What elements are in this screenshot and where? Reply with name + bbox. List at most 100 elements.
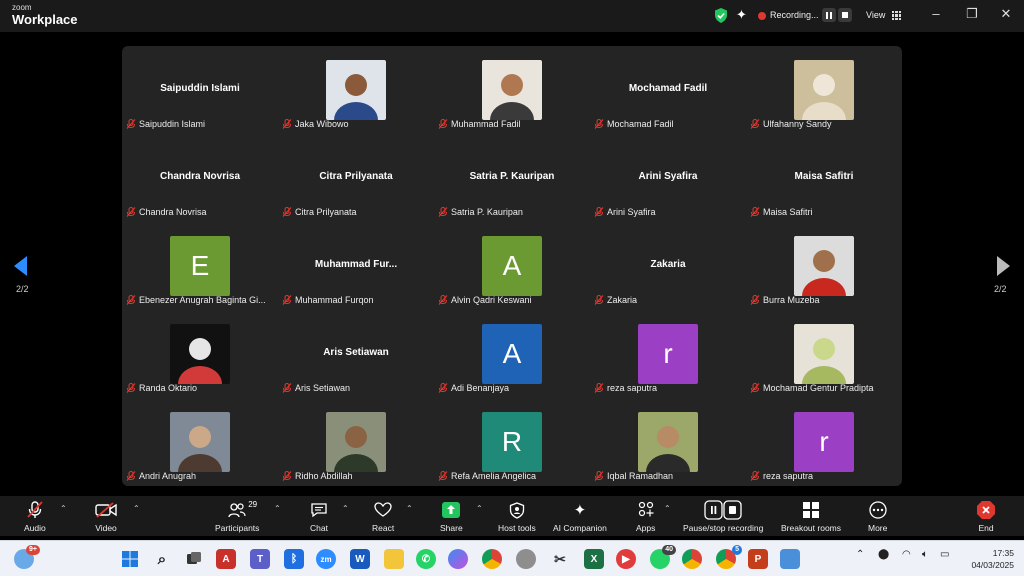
participant-tile[interactable]: Muhammad Fur... Muhammad Furqon — [278, 222, 434, 310]
participant-tile[interactable]: Ulfahanny Sandy — [746, 46, 902, 134]
host-tools-button[interactable]: Host tools — [498, 500, 536, 534]
end-meeting-button[interactable]: End — [976, 500, 996, 534]
participant-tile[interactable]: Randa Oktario — [122, 310, 278, 398]
next-page-arrow-icon[interactable] — [996, 256, 1010, 276]
whatsapp-icon[interactable]: ✆ — [416, 549, 436, 569]
bluetooth-icon[interactable]: ᛒ — [284, 549, 304, 569]
participant-tile[interactable]: E Ebenezer Anugrah Baginta Gi... — [122, 222, 278, 310]
participant-tile[interactable]: Maisa Safitri Maisa Safitri — [746, 134, 902, 222]
close-icon[interactable]: ✕ — [996, 6, 1016, 22]
participant-display-name: Citra Prilyanata — [319, 171, 393, 182]
participant-tile[interactable]: Zakaria Zakaria — [590, 222, 746, 310]
audio-options-caret-icon[interactable]: ⌃ — [60, 504, 67, 513]
whatsapp-web-icon[interactable]: 40 — [650, 545, 676, 569]
react-button[interactable]: React — [372, 500, 394, 534]
muted-mic-icon — [126, 471, 136, 481]
apps-button[interactable]: Apps — [636, 500, 655, 534]
video-options-caret-icon[interactable]: ⌃ — [133, 504, 140, 513]
teams-icon[interactable]: T — [250, 549, 270, 569]
ai-sparkle-icon[interactable]: ✦ — [736, 7, 747, 23]
share-caret-icon[interactable]: ⌃ — [476, 504, 483, 513]
participant-tile[interactable]: Muhammad Fadil — [434, 46, 590, 134]
participant-tile[interactable]: R Refa Amelia Angelica — [434, 398, 590, 486]
participant-tile[interactable]: A Adi Benanjaya — [434, 310, 590, 398]
participant-tile[interactable]: A Alvin Qadri Keswani — [434, 222, 590, 310]
restore-icon[interactable]: ❐ — [962, 6, 982, 22]
chrome-profile-2-icon[interactable]: 5 — [716, 545, 742, 569]
participant-name-label: Burra Muzeba — [750, 294, 898, 306]
ai-companion-button[interactable]: ✦ AI Companion — [553, 500, 607, 534]
participant-photo-avatar — [794, 60, 854, 120]
chrome-icon[interactable] — [482, 549, 502, 569]
pause-stop-recording-button[interactable]: Pause/stop recording — [683, 500, 763, 534]
muted-mic-icon — [750, 383, 760, 393]
pdf-reader-icon[interactable]: A — [216, 549, 236, 569]
powerpoint-icon[interactable]: P — [748, 549, 768, 569]
participant-gallery: Saipuddin Islami Saipuddin Islami Jaka Wib… — [122, 46, 902, 486]
participant-name-label: Zakaria — [594, 294, 742, 306]
share-button[interactable]: Share — [440, 500, 463, 534]
word-icon[interactable]: W — [350, 549, 370, 569]
participant-tile[interactable]: Burra Muzeba — [746, 222, 902, 310]
task-view-icon[interactable] — [184, 549, 204, 569]
participant-tile[interactable]: Iqbal Ramadhan — [590, 398, 746, 486]
chrome-profile-icon[interactable] — [682, 549, 702, 569]
participant-display-name: Maisa Safitri — [794, 171, 854, 182]
participant-tile[interactable]: Mochamad Gentur Pradipta — [746, 310, 902, 398]
media-player-icon[interactable]: ▶ — [616, 549, 636, 569]
participant-name: Refa Amelia Angelica — [451, 471, 537, 481]
previous-page-arrow-icon[interactable] — [14, 256, 28, 276]
clock[interactable]: 17:35 04/03/2025 — [958, 547, 1014, 571]
participants-caret-icon[interactable]: ⌃ — [274, 504, 281, 513]
file-explorer-icon[interactable] — [384, 549, 404, 569]
minimize-icon[interactable]: – — [926, 6, 946, 21]
tray-expand-icon[interactable]: ⌃ — [856, 549, 864, 560]
zoom-taskbar-icon[interactable]: zm — [316, 549, 336, 569]
react-caret-icon[interactable]: ⌃ — [406, 504, 413, 513]
excel-icon[interactable]: X — [584, 549, 604, 569]
apps-caret-icon[interactable]: ⌃ — [664, 504, 671, 513]
participant-tile[interactable]: Arini Syafira Arini Syafira — [590, 134, 746, 222]
breakout-rooms-button[interactable]: Breakout rooms — [781, 500, 841, 534]
participant-tile[interactable]: Andri Anugrah — [122, 398, 278, 486]
windows-taskbar: 9+ ⌕ A T ᛒ zm W ✆ ✂ X ▶ 40 5 P ⌃ ⬤ ◠ 🔈︎ … — [0, 540, 1024, 576]
chat-button[interactable]: Chat — [310, 500, 328, 534]
participant-tile[interactable]: Mochamad Fadil Mochamad Fadil — [590, 46, 746, 134]
participant-tile[interactable]: Chandra Novrisa Chandra Novrisa — [122, 134, 278, 222]
pause-recording-button[interactable] — [822, 8, 836, 22]
participant-photo-avatar — [170, 324, 230, 384]
grid-view-icon[interactable] — [892, 11, 901, 20]
battery-icon[interactable]: ▭ — [940, 549, 949, 560]
participant-tile[interactable]: Ridho Abdillah — [278, 398, 434, 486]
muted-mic-icon — [438, 471, 448, 481]
participant-tile[interactable]: Citra Prilyanata Citra Prilyanata — [278, 134, 434, 222]
notepad-icon[interactable] — [780, 549, 800, 569]
chat-bubble-icon — [310, 500, 328, 520]
snipping-tool-icon[interactable]: ✂ — [550, 549, 570, 569]
chat-caret-icon[interactable]: ⌃ — [342, 504, 349, 513]
video-button[interactable]: Video — [95, 500, 117, 534]
participant-tile[interactable]: Aris Setiawan Aris Setiawan — [278, 310, 434, 398]
participant-tile[interactable]: Satria P. Kauripan Satria P. Kauripan — [434, 134, 590, 222]
participant-tile[interactable]: r reza saputra — [746, 398, 902, 486]
participant-tile[interactable]: r reza saputra — [590, 310, 746, 398]
audio-button[interactable]: Audio — [24, 500, 46, 534]
participant-photo-avatar — [482, 60, 542, 120]
stop-recording-button[interactable] — [838, 8, 852, 22]
volume-icon[interactable]: 🔈︎ — [922, 549, 928, 560]
participant-name: Mochamad Fadil — [607, 119, 674, 129]
view-menu-label[interactable]: View — [866, 10, 885, 20]
tray-app-icon[interactable]: ⬤ — [878, 549, 889, 560]
participant-tile[interactable]: Saipuddin Islami Saipuddin Islami — [122, 46, 278, 134]
participant-tile[interactable]: Jaka Wibowo — [278, 46, 434, 134]
wifi-icon[interactable]: ◠ — [902, 549, 911, 560]
more-button[interactable]: More — [868, 500, 887, 534]
weather-icon[interactable]: 9+ — [14, 545, 40, 569]
search-icon[interactable]: ⌕ — [152, 549, 172, 569]
copilot-icon[interactable] — [448, 549, 468, 569]
windows-start-icon[interactable] — [120, 549, 140, 569]
participants-button[interactable]: 29 Participants — [215, 500, 259, 534]
app-icon-grey[interactable] — [516, 549, 536, 569]
shield-check-icon[interactable] — [714, 8, 728, 23]
muted-mic-icon — [594, 119, 604, 129]
